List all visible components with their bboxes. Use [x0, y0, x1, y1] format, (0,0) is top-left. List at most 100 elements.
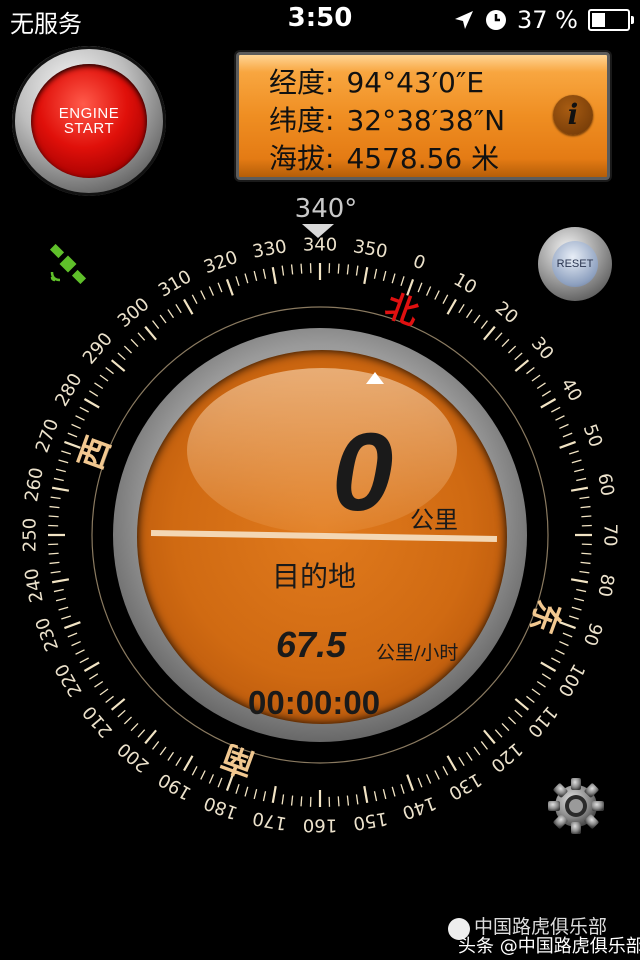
compass-tick [200, 290, 206, 300]
compass-label-70: 70 [600, 524, 621, 547]
compass-tick [88, 673, 99, 680]
compass-tick [183, 298, 194, 315]
compass-tick [501, 338, 510, 347]
compass-label-10: 10 [450, 269, 480, 299]
compass-tick [425, 774, 432, 784]
compass-tick [217, 777, 223, 788]
compass-tick [580, 561, 591, 565]
compass-label-320: 320 [201, 247, 240, 278]
compass-tick [574, 597, 585, 602]
watermark-credit: 头条 @中国路虎俱乐部 [458, 936, 640, 957]
trip-timer: 00:00:00 [248, 684, 381, 721]
compass-tick [536, 680, 546, 688]
compass-tick [167, 309, 175, 319]
compass-tick [49, 505, 60, 509]
compass-tick [541, 390, 552, 397]
compass-tick [71, 640, 81, 647]
compass-label-130: 130 [445, 768, 485, 803]
compass-tick [570, 578, 589, 584]
engine-start-button[interactable]: ENGINE START [12, 46, 166, 196]
compass-cardinal-east: 东 [522, 596, 569, 639]
compass-tick [570, 486, 589, 492]
compass-tick [49, 561, 60, 565]
compass-tick [67, 432, 78, 438]
info-button[interactable]: i [553, 95, 593, 135]
compass-tick [514, 709, 523, 718]
compass-label-230: 230 [32, 614, 63, 653]
compass-tick [400, 276, 405, 287]
compass-tick [406, 774, 415, 791]
compass-tick [51, 486, 70, 492]
dial-heading-marker [366, 372, 384, 384]
compass-tick [417, 777, 423, 788]
compass-tick [271, 266, 277, 285]
compass-tick [235, 783, 240, 794]
compass-tick [83, 661, 100, 672]
compass-label-80: 80 [593, 572, 618, 598]
compass-tick [571, 459, 582, 464]
engine-start-face: ENGINE START [31, 64, 147, 178]
compass-tick [514, 359, 530, 372]
compass-tick [167, 751, 175, 761]
compass-tick [458, 303, 465, 314]
compass-tick [576, 588, 587, 593]
compass-tick [574, 468, 585, 473]
compass-tick [382, 789, 387, 800]
compass-tick [417, 282, 423, 293]
compass-tick [337, 796, 340, 807]
compass-tick [262, 268, 267, 279]
compass-tick [55, 597, 66, 602]
compass-tick [391, 786, 396, 797]
compass-label-190: 190 [155, 768, 195, 803]
compass-label-290: 290 [79, 329, 117, 369]
distance-unit: 公里 [410, 506, 458, 534]
compass-tick [508, 716, 517, 725]
compass-tick [337, 263, 340, 274]
longitude-value: 94°43′0″E [346, 66, 485, 99]
watermark: 中国路虎俱乐部 头条 @中国路虎俱乐部 [448, 912, 640, 957]
speed-value: 67.5 [276, 624, 347, 665]
compass-tick [55, 468, 66, 473]
compass-tick [480, 320, 488, 329]
compass-tick [183, 755, 194, 772]
compass-tick [446, 298, 457, 315]
compass-tick [75, 415, 85, 421]
compass-tick [559, 440, 576, 449]
compass-tick [94, 382, 104, 390]
compass-cardinal-west: 西 [71, 431, 118, 474]
compass-label-160: 160 [303, 815, 337, 836]
compass-tick [473, 746, 481, 756]
compass-tick [465, 751, 473, 761]
compass-label-0: 0 [410, 251, 428, 275]
compass-cardinal-north: 北 [381, 286, 424, 333]
compass-tick [105, 695, 114, 703]
compass-tick [144, 325, 157, 341]
compass-label-20: 20 [491, 297, 522, 328]
compass-tick [473, 314, 481, 324]
compass-tick [531, 374, 541, 382]
compass-tick [300, 263, 303, 274]
compass-tick [99, 374, 109, 382]
compass-tick [540, 661, 557, 672]
compass-tick [152, 741, 160, 750]
compass-tick [551, 406, 561, 413]
compass-tick [50, 496, 61, 500]
compass-tick [253, 270, 258, 281]
compass-tick [555, 415, 565, 421]
altitude-label: 海拔: [269, 142, 335, 175]
latitude-label: 纬度: [269, 104, 335, 137]
compass-tick [208, 774, 215, 784]
compass-tick [483, 325, 496, 341]
compass-label-120: 120 [486, 738, 526, 776]
compass-label-260: 260 [21, 466, 48, 503]
settings-gear-icon[interactable] [546, 776, 606, 836]
compass-label-150: 150 [352, 807, 389, 834]
latitude-value: 32°38′38″N [346, 104, 506, 137]
compass-tick [105, 367, 114, 375]
destination-label[interactable]: 目的地 [272, 555, 356, 595]
compass-tick [83, 398, 100, 409]
compass-tick [79, 657, 89, 664]
compass-tick [48, 552, 59, 555]
compass-tick [442, 766, 449, 776]
compass-tick [442, 294, 449, 304]
